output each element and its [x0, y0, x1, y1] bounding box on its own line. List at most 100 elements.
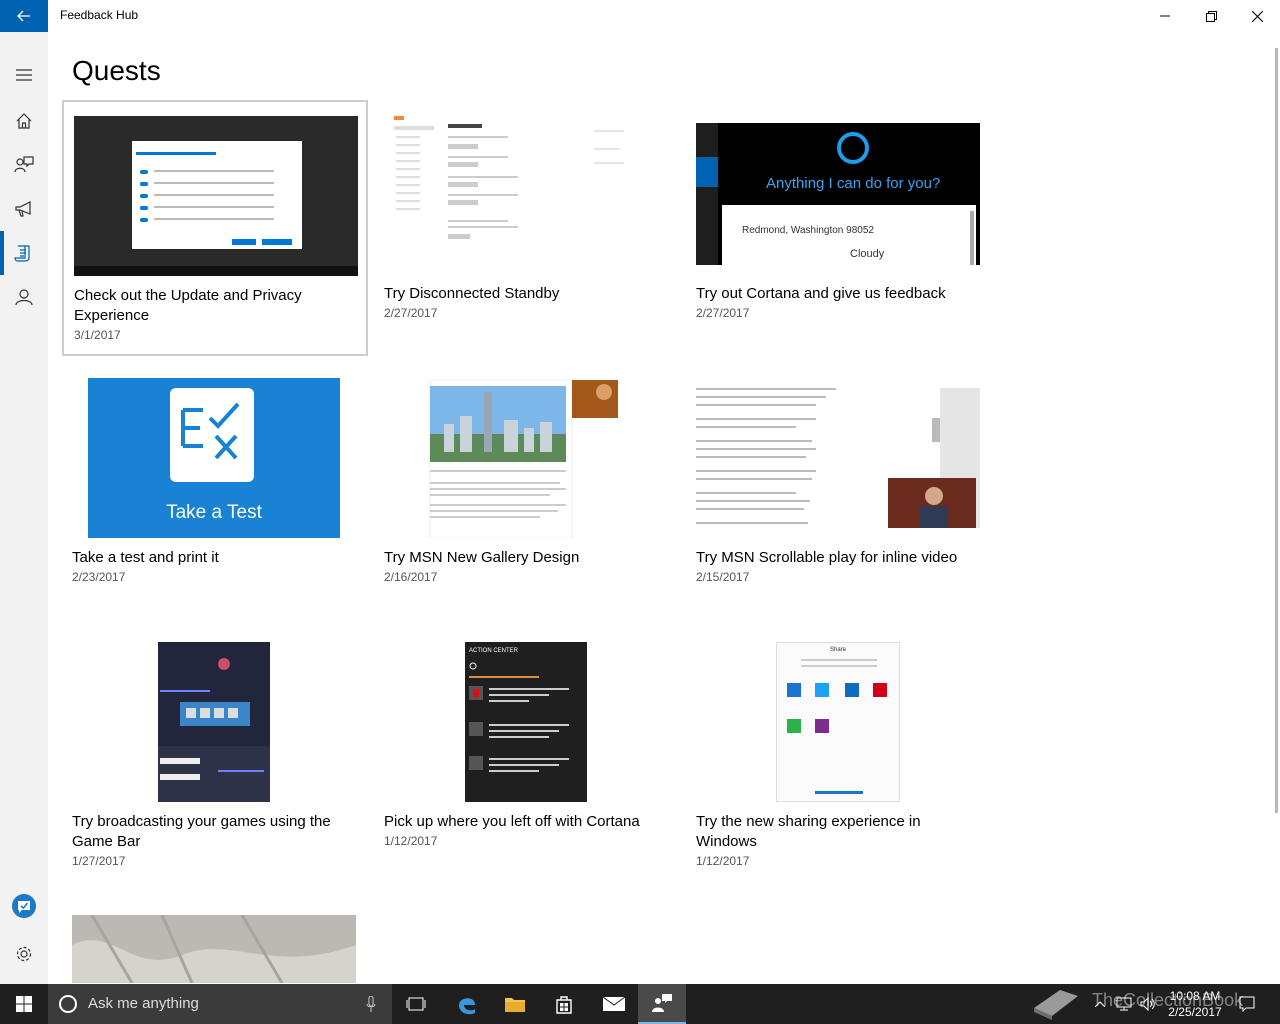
page-title: Quests — [72, 55, 161, 86]
quest-title: Pick up where you left off with Cortana — [384, 813, 640, 830]
test-thumbnail-label: Take a Test — [166, 502, 262, 523]
cortana-circle-icon — [59, 995, 77, 1013]
quest-title: Try Disconnected Standby — [384, 285, 560, 302]
hamburger-icon — [16, 69, 32, 81]
home-icon — [16, 113, 32, 129]
back-arrow-icon — [17, 10, 30, 22]
navigation-rail — [0, 32, 48, 984]
task-view-icon — [406, 997, 426, 1011]
quest-thumbnail: Take a Test — [88, 378, 340, 538]
quest-thumbnail — [384, 378, 668, 538]
close-button[interactable] — [1234, 0, 1280, 32]
quest-title: Take a test and print it — [72, 549, 219, 566]
minimize-button[interactable] — [1142, 0, 1188, 32]
quest-date: 3/1/2017 — [74, 328, 121, 342]
quest-card[interactable]: Try MSN New Gallery Design 2/16/2017 — [374, 364, 680, 620]
nav-settings[interactable] — [0, 932, 48, 976]
quest-title: Check out the Update and Privacy Experie… — [74, 287, 302, 324]
quests-icon — [14, 245, 30, 262]
nav-home[interactable] — [0, 99, 48, 143]
mail-icon — [602, 996, 626, 1011]
feedback-icon — [14, 156, 34, 173]
task-view-button[interactable] — [392, 984, 440, 1024]
quest-date: 1/27/2017 — [72, 854, 126, 868]
quest-thumbnail: Share — [776, 642, 900, 802]
store-button[interactable] — [540, 984, 588, 1024]
quest-card[interactable]: Try Disconnected Standby 2/27/2017 — [374, 100, 680, 356]
quest-card[interactable]: Try broadcasting your games using the Ga… — [62, 628, 368, 884]
network-button[interactable] — [1112, 984, 1136, 1024]
clock-time: 10:08 AM — [1169, 989, 1221, 1003]
taskbar: Ask me anything TheCollectionBook 10:08 … — [0, 984, 1280, 1024]
book-logo-icon — [1034, 990, 1078, 1020]
cortana-location: Redmond, Washington 98052 — [742, 225, 874, 236]
quest-card[interactable] — [62, 892, 368, 984]
feedback-hub-taskbar-button[interactable] — [638, 984, 686, 1024]
speaker-icon — [1140, 997, 1155, 1011]
gear-icon — [16, 946, 32, 962]
app-title: Feedback Hub — [60, 8, 139, 22]
action-center-button[interactable] — [1234, 984, 1260, 1024]
quest-date: 1/12/2017 — [696, 854, 750, 868]
quest-card[interactable]: ACTION CENTER Pick up where you left off… — [374, 628, 680, 884]
chevron-up-icon — [1095, 1001, 1105, 1007]
profile-icon — [15, 289, 33, 306]
quest-title: Try MSN New Gallery Design — [384, 549, 580, 566]
nav-feedback[interactable] — [0, 143, 48, 187]
back-button[interactable] — [0, 0, 48, 32]
quest-title: Try out Cortana and give us feedback — [696, 285, 946, 302]
store-icon — [556, 996, 572, 1014]
quest-thumbnail: ACTION CENTER — [465, 642, 587, 802]
volume-button[interactable] — [1136, 984, 1160, 1024]
feedback-hub-logo-icon — [12, 894, 36, 918]
vertical-scrollbar[interactable] — [1275, 48, 1278, 813]
microphone-icon[interactable] — [366, 996, 376, 1012]
quest-thumbnail: Anything I can do for you? Redmond, Wash… — [696, 123, 980, 265]
close-icon — [1251, 10, 1263, 22]
quest-date: 1/12/2017 — [384, 834, 438, 848]
quest-card[interactable]: Take a Test Take a test and print it 2/2… — [62, 364, 368, 620]
quest-thumbnail — [158, 642, 270, 802]
nav-profile[interactable] — [0, 275, 48, 319]
quest-card[interactable]: Anything I can do for you? Redmond, Wash… — [686, 100, 992, 356]
network-icon — [1116, 997, 1132, 1011]
mail-button[interactable] — [590, 984, 638, 1024]
share-label: Share — [829, 647, 846, 653]
folder-icon — [505, 998, 525, 1012]
hamburger-menu-button[interactable] — [0, 53, 48, 97]
show-hidden-icons-button[interactable] — [1088, 984, 1112, 1024]
search-placeholder: Ask me anything — [88, 995, 199, 1012]
cortana-search-box[interactable]: Ask me anything — [48, 984, 392, 1024]
quest-card[interactable]: Share Try the new sharing experience in … — [686, 628, 992, 884]
quest-date: 2/27/2017 — [696, 306, 750, 320]
edge-icon — [459, 998, 475, 1015]
quest-title: Try the new sharing experience in Window… — [696, 813, 921, 850]
file-explorer-button[interactable] — [491, 984, 539, 1024]
quest-thumbnail — [384, 114, 668, 274]
cortana-weather: Cloudy — [850, 248, 885, 260]
action-center-label: ACTION CENTER — [469, 648, 519, 654]
minimize-icon — [1160, 15, 1170, 17]
taskbar-clock[interactable]: 10:08 AM 2/25/2017 — [1160, 988, 1230, 1020]
quest-date: 2/16/2017 — [384, 570, 438, 584]
edge-button[interactable] — [443, 984, 491, 1024]
nav-announcements[interactable] — [0, 187, 48, 231]
clock-date: 2/25/2017 — [1168, 1005, 1222, 1019]
cortana-prompt: Anything I can do for you? — [766, 175, 941, 192]
quest-title: Try MSN Scrollable play for inline video — [696, 549, 958, 566]
feedback-hub-icon — [652, 994, 672, 1012]
nav-quests[interactable] — [0, 231, 48, 275]
quest-title: Try broadcasting your games using the Ga… — [72, 813, 331, 850]
windows-logo-icon — [16, 996, 32, 1012]
quest-thumbnail — [696, 378, 980, 538]
restore-button[interactable] — [1188, 0, 1234, 32]
quest-date: 2/23/2017 — [72, 570, 126, 584]
quest-thumbnail — [72, 915, 356, 983]
nav-feedback-badge[interactable] — [0, 884, 48, 928]
quest-card[interactable]: Try MSN Scrollable play for inline video… — [686, 364, 992, 620]
quest-date: 2/15/2017 — [696, 570, 750, 584]
quest-date: 2/27/2017 — [384, 306, 438, 320]
start-button[interactable] — [0, 984, 48, 1024]
quest-card[interactable]: Check out the Update and Privacy Experie… — [62, 100, 368, 356]
restore-icon — [1205, 10, 1217, 22]
